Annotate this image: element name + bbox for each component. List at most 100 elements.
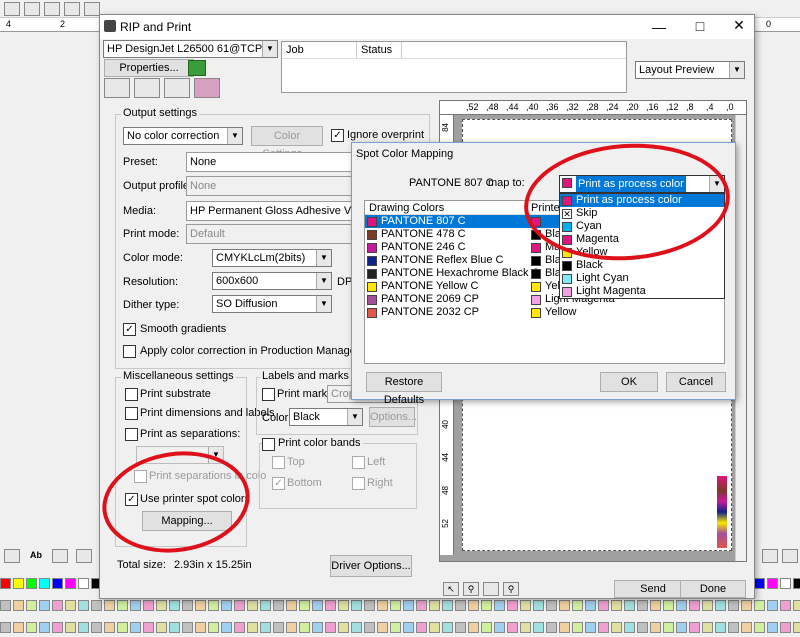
palette-swatch[interactable] — [78, 600, 89, 611]
palette-swatch[interactable] — [286, 622, 297, 633]
palette-swatch[interactable] — [390, 600, 401, 611]
text-style-icon[interactable]: Ab — [28, 549, 44, 563]
column-job[interactable]: Job — [282, 42, 357, 58]
palette-swatch[interactable] — [442, 622, 453, 633]
palette-swatch[interactable] — [637, 600, 648, 611]
print-marks-checkbox[interactable] — [262, 388, 275, 401]
palette-swatch[interactable] — [754, 622, 765, 633]
restore-defaults-button[interactable]: Restore Defaults — [366, 372, 442, 406]
palette-swatch[interactable] — [65, 622, 76, 633]
palette-swatch[interactable] — [390, 622, 401, 633]
done-button[interactable]: Done — [680, 580, 746, 598]
palette-swatch[interactable] — [481, 622, 492, 633]
palette-swatch[interactable] — [546, 622, 557, 633]
palette-swatch[interactable] — [52, 622, 63, 633]
zoom-fit-icon[interactable]: ⚲ — [503, 582, 519, 596]
color-mode-select[interactable]: CMYKLcLm(2bits) ▼ — [212, 249, 332, 267]
palette-swatch[interactable] — [143, 622, 154, 633]
palette-swatch[interactable] — [273, 622, 284, 633]
palette-swatch[interactable] — [754, 578, 765, 589]
palette-swatch[interactable] — [702, 600, 713, 611]
palette-swatch[interactable] — [39, 578, 50, 589]
tool-icon[interactable] — [64, 1, 80, 16]
palette-swatch[interactable] — [780, 600, 791, 611]
tool-icon[interactable] — [24, 1, 40, 16]
palette-swatch[interactable] — [520, 622, 531, 633]
palette-swatch[interactable] — [637, 622, 648, 633]
palette-swatch[interactable] — [39, 622, 50, 633]
tab-layout[interactable] — [134, 78, 160, 98]
palette-swatch[interactable] — [351, 622, 362, 633]
top-checkbox[interactable] — [272, 456, 285, 469]
align-center-icon[interactable] — [76, 549, 92, 563]
palette-swatch[interactable] — [260, 600, 271, 611]
palette-swatch[interactable] — [299, 600, 310, 611]
palette-swatch[interactable] — [702, 622, 713, 633]
palette-swatch[interactable] — [260, 622, 271, 633]
palette-swatch[interactable] — [650, 600, 661, 611]
palette-swatch[interactable] — [182, 622, 193, 633]
palette-swatch[interactable] — [104, 622, 115, 633]
palette-swatch[interactable] — [611, 600, 622, 611]
palette-swatch[interactable] — [780, 622, 791, 633]
palette-swatch[interactable] — [26, 600, 37, 611]
palette-swatch[interactable] — [793, 578, 800, 589]
close-icon[interactable]: ✕ — [724, 17, 754, 34]
dropdown-option[interactable]: Light Magenta — [560, 285, 724, 298]
tool-icon[interactable] — [44, 1, 60, 16]
palette-swatch[interactable] — [117, 600, 128, 611]
color-correction-select[interactable]: No color correction ▼ — [123, 127, 243, 145]
palette-swatch[interactable] — [403, 622, 414, 633]
printer-status-icon[interactable] — [188, 60, 206, 76]
palette-swatch[interactable] — [221, 622, 232, 633]
align-left-icon[interactable] — [52, 549, 68, 563]
preview-scrollbar[interactable] — [735, 115, 746, 561]
preview-mode-select[interactable]: Layout Preview ▼ — [635, 61, 745, 79]
palette-swatch[interactable] — [299, 622, 310, 633]
palette-swatch[interactable] — [325, 600, 336, 611]
palette-swatch[interactable] — [468, 600, 479, 611]
palette-swatch[interactable] — [728, 622, 739, 633]
palette-swatch[interactable] — [520, 600, 531, 611]
palette-swatch[interactable] — [377, 622, 388, 633]
dropdown-option[interactable]: Black — [560, 259, 724, 272]
palette-swatch[interactable] — [676, 622, 687, 633]
palette-swatch[interactable] — [481, 600, 492, 611]
cancel-button[interactable]: Cancel — [666, 372, 726, 392]
palette-swatch[interactable] — [325, 622, 336, 633]
job-table[interactable]: Job Status — [281, 41, 627, 93]
driver-options-button[interactable]: Driver Options... — [330, 555, 412, 577]
dither-select[interactable]: SO Diffusion ▼ — [212, 295, 332, 313]
palette-swatch[interactable] — [13, 600, 24, 611]
palette-swatch[interactable] — [559, 622, 570, 633]
palette-swatch[interactable] — [52, 600, 63, 611]
palette-swatch[interactable] — [169, 600, 180, 611]
palette-swatch[interactable] — [52, 578, 63, 589]
palette-swatch[interactable] — [156, 622, 167, 633]
print-separations-checkbox[interactable] — [125, 428, 138, 441]
tool-icon[interactable] — [4, 1, 20, 16]
right-checkbox[interactable] — [352, 477, 365, 490]
palette-swatch[interactable] — [767, 578, 778, 589]
palette-swatch[interactable] — [377, 600, 388, 611]
palette-swatch[interactable] — [728, 600, 739, 611]
palette-swatch[interactable] — [13, 578, 24, 589]
palette-swatch[interactable] — [130, 600, 141, 611]
palette-swatch[interactable] — [689, 622, 700, 633]
marks-color-select[interactable]: Black ▼ — [289, 408, 363, 426]
palette-swatch[interactable] — [416, 600, 427, 611]
maximize-icon[interactable]: □ — [685, 18, 715, 34]
palette-swatch[interactable] — [676, 600, 687, 611]
palette-swatch[interactable] — [234, 622, 245, 633]
palette-swatch[interactable] — [689, 600, 700, 611]
palette-swatch[interactable] — [793, 600, 800, 611]
palette-swatch[interactable] — [195, 600, 206, 611]
palette-swatch[interactable] — [611, 622, 622, 633]
palette-swatch[interactable] — [65, 578, 76, 589]
palette-swatch[interactable] — [429, 622, 440, 633]
palette-swatch[interactable] — [533, 600, 544, 611]
minimize-icon[interactable]: — — [644, 19, 674, 35]
palette-swatch[interactable] — [754, 600, 765, 611]
palette-swatch[interactable] — [39, 600, 50, 611]
palette-swatch[interactable] — [585, 622, 596, 633]
